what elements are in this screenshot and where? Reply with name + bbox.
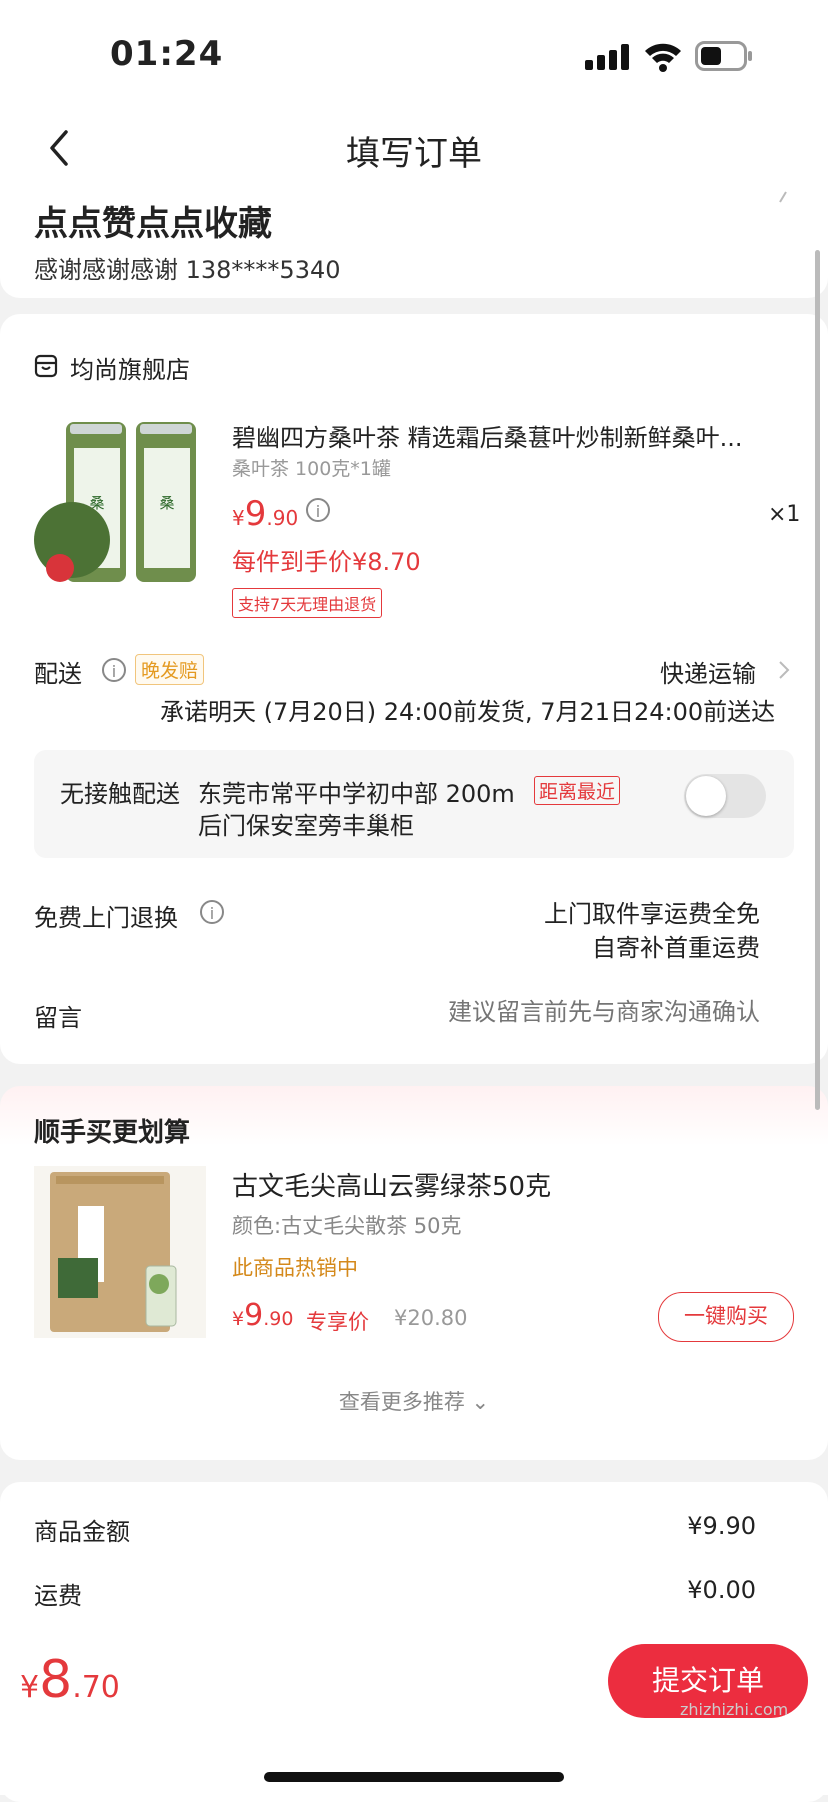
toggle-knob [686,776,726,816]
return-policy-tag: 支持7天无理由退货 [232,588,383,618]
goods-amount-label: 商品金额 [34,1518,130,1546]
shipping-promise: 承诺明天 (7月20日) 24:00前发货, 7月21日24:00前送达 [160,698,776,726]
nav-bar: 填写订单 [0,110,828,190]
recommended-product-spec: 颜色:古丈毛尖散茶 50克 [232,1214,462,1238]
late-compensation-tag: 晚发赔 [135,654,205,685]
original-price: ¥20.80 [394,1306,468,1330]
info-icon[interactable]: i [200,900,224,924]
freight-value: ¥0.00 [687,1576,756,1604]
total-price: ¥8.70 [20,1650,120,1710]
home-indicator[interactable] [264,1772,564,1782]
contactless-delivery: 无接触配送 东莞市常平中学初中部 200m 后门保安室旁丰巢柜 距离最近 [34,750,794,858]
recommended-product-name[interactable]: 古文毛尖高山云雾绿茶50克 [232,1166,551,1203]
product-title[interactable]: 碧幽四方桑叶茶 精选霜后桑葚叶炒制新鲜桑叶... [232,418,772,453]
address-contact: 感谢感谢感谢 138****5340 [34,256,341,284]
status-bar: 01:24 [0,0,828,110]
store-icon [34,354,58,378]
chevron-right-icon [779,191,787,203]
product-image[interactable]: 桑 桑 [34,418,206,590]
info-icon[interactable]: i [102,658,126,682]
contactless-toggle[interactable] [684,774,766,818]
price-integer: 9 [244,494,267,534]
address-card[interactable]: 点点赞点点收藏 感谢感谢感谢 138****5340 [0,190,828,298]
final-unit-price: 每件到手价¥8.70 [232,548,421,576]
nearest-tag: 距离最近 [534,776,621,805]
recommendation-title: 顺手买更划算 [34,1118,191,1148]
recommendation-card: 顺手买更划算 古文毛尖高山云雾绿茶50克 颜色:古丈毛尖散茶 50克 此商品热销… [0,1086,828,1460]
price-integer: 9 [244,1298,264,1333]
watermark-text: zhizhizhi.com [680,1700,789,1719]
page-title: 填写订单 [346,134,482,174]
address-name: 点点赞点点收藏 [34,204,272,244]
price-decimal: .90 [263,1308,294,1330]
locker-address-detail: 后门保安室旁丰巢柜 [198,812,414,840]
chevron-right-icon[interactable] [778,660,790,680]
price-decimal: .90 [266,506,299,530]
store-name[interactable]: 均尚旗舰店 [70,350,190,385]
price-decimal: .70 [72,1670,120,1705]
free-return-label: 免费上门退换 [34,904,178,932]
hot-selling-label: 此商品热销中 [232,1256,358,1280]
svg-text:桑: 桑 [159,494,174,512]
message-label: 留言 [34,1004,82,1032]
cellular-signal-icon [585,44,629,70]
exclusive-price-label: 专享价 [306,1310,369,1334]
goods-amount-value: ¥9.90 [687,1512,756,1540]
price-symbol: ¥ [232,1308,245,1330]
price-symbol: ¥ [232,506,245,530]
scrollbar[interactable] [815,250,820,1110]
price-integer: 8 [39,1650,73,1710]
return-self-send-text: 自寄补首重运费 [592,934,760,962]
see-more-recommendations[interactable]: 查看更多推荐 ⌄ [0,1386,828,1416]
wifi-icon [645,43,681,72]
back-arrow-icon[interactable] [40,128,80,168]
return-pickup-text: 上门取件享运费全免 [544,900,760,928]
product-price: ¥9.90 [232,494,298,534]
recommended-product-image[interactable] [34,1166,206,1338]
one-click-buy-button[interactable]: 一键购买 [658,1292,794,1342]
status-time: 01:24 [110,34,224,74]
contactless-label: 无接触配送 [60,780,180,808]
recommended-price: ¥9.90 [232,1298,293,1333]
shipping-label: 配送 [34,660,82,688]
message-input[interactable] [400,998,760,1026]
store-order-card: 均尚旗舰店 桑 桑 碧幽四方桑叶茶 精选霜后桑葚叶炒制新鲜桑叶... 桑叶茶 1… [0,314,828,1064]
battery-icon [695,41,752,71]
product-spec: 桑叶茶 100克*1罐 [232,458,391,480]
shipping-method[interactable]: 快递运输 [660,654,756,689]
product-quantity: ×1 [768,502,801,527]
locker-address: 东莞市常平中学初中部 200m [198,780,515,808]
info-icon[interactable]: i [306,498,330,522]
price-symbol: ¥ [20,1670,40,1705]
freight-label: 运费 [34,1582,82,1610]
